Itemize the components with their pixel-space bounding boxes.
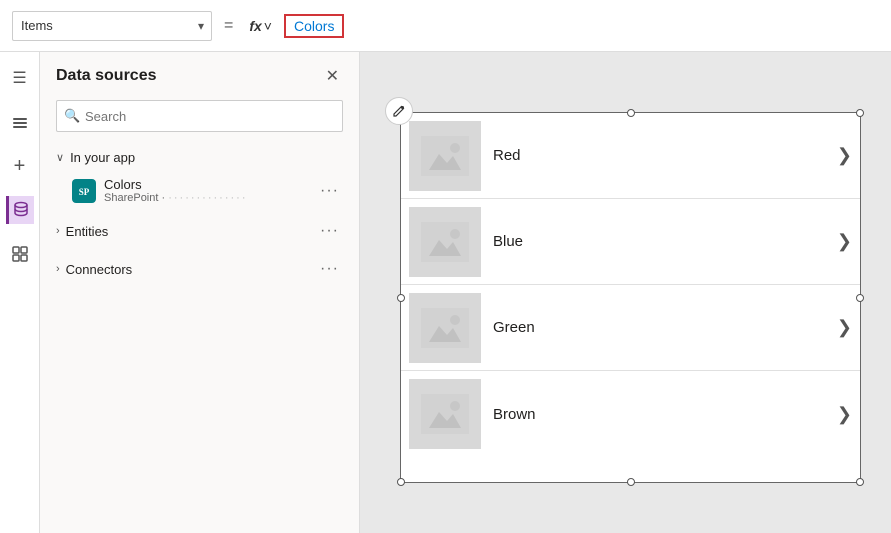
- edit-gallery-button[interactable]: [385, 97, 413, 125]
- search-box: 🔍: [56, 100, 343, 132]
- panel-close-button[interactable]: ✕: [322, 64, 343, 88]
- search-icon: 🔍: [64, 108, 80, 124]
- database-icon[interactable]: [6, 196, 34, 224]
- colors-datasource-icon: SP: [72, 179, 96, 203]
- handle-bottom-right[interactable]: [856, 478, 864, 486]
- entities-group: › Entities ···: [48, 214, 351, 248]
- gallery-thumbnail-red: [409, 121, 481, 191]
- icon-rail: ☰ +: [0, 52, 40, 533]
- gallery-item-red[interactable]: Red ❯: [401, 113, 860, 199]
- items-select[interactable]: Items: [12, 11, 212, 41]
- gallery-chevron-brown[interactable]: ❯: [837, 404, 852, 425]
- equals-sign: =: [220, 17, 237, 35]
- connectors-header[interactable]: › Connectors ···: [48, 252, 351, 286]
- gallery-chevron-green[interactable]: ❯: [837, 317, 852, 338]
- chevron-right-icon: ›: [56, 225, 60, 237]
- colors-item-name: Colors: [104, 177, 248, 192]
- chevron-down-icon: ∨: [56, 151, 64, 164]
- gallery-item-green[interactable]: Green ❯: [401, 285, 860, 371]
- data-panel: Data sources ✕ 🔍 ∨ In your app: [40, 52, 360, 533]
- search-input[interactable]: [56, 100, 343, 132]
- gallery-chevron-blue[interactable]: ❯: [837, 231, 852, 252]
- connectors-more-button[interactable]: ···: [316, 258, 343, 280]
- top-bar: Items = fx ˅ Colors: [0, 0, 891, 52]
- entities-more-button[interactable]: ···: [316, 220, 343, 242]
- gallery-item-brown[interactable]: Brown ❯: [401, 371, 860, 457]
- colors-item-more-button[interactable]: ···: [316, 180, 343, 202]
- gallery-thumbnail-blue: [409, 207, 481, 277]
- fx-chevron: ˅: [264, 18, 272, 34]
- gallery-item-label-brown: Brown: [493, 406, 837, 423]
- gallery-item-blue[interactable]: Blue ❯: [401, 199, 860, 285]
- hamburger-icon[interactable]: ☰: [6, 64, 34, 92]
- plus-icon[interactable]: +: [6, 152, 34, 180]
- tree-section: ∨ In your app SP Colors: [40, 144, 359, 290]
- in-your-app-header[interactable]: ∨ In your app: [48, 144, 351, 171]
- svg-text:SP: SP: [79, 187, 90, 197]
- entities-header[interactable]: › Entities ···: [48, 214, 351, 248]
- colors-datasource-item[interactable]: SP Colors SharePoint · ·············· ··…: [48, 171, 351, 210]
- gallery-thumbnail-green: [409, 293, 481, 363]
- formula-select-wrapper: Items: [12, 11, 212, 41]
- handle-bottom-center[interactable]: [627, 478, 635, 486]
- panel-header: Data sources ✕: [40, 64, 359, 100]
- handle-bottom-left[interactable]: [397, 478, 405, 486]
- canvas-area: Red ❯ Blue ❯: [360, 52, 891, 533]
- in-your-app-group: ∨ In your app SP Colors: [48, 144, 351, 210]
- layers-icon[interactable]: [6, 108, 34, 136]
- chevron-right-icon-2: ›: [56, 263, 60, 275]
- main-layout: ☰ + Data sour: [0, 52, 891, 533]
- gallery-item-label-blue: Blue: [493, 233, 837, 250]
- colors-item-left: SP Colors SharePoint · ··············: [72, 177, 248, 204]
- fx-label: fx: [249, 18, 261, 34]
- connectors-label: Connectors: [66, 262, 132, 277]
- colors-item-sub: SharePoint · ··············: [104, 192, 248, 204]
- gallery-item-label-red: Red: [493, 147, 837, 164]
- formula-value-box[interactable]: Colors: [284, 14, 344, 38]
- fx-button[interactable]: fx ˅: [245, 16, 276, 36]
- in-your-app-label: In your app: [70, 150, 135, 165]
- gallery-container[interactable]: Red ❯ Blue ❯: [400, 112, 861, 483]
- components-icon[interactable]: [6, 240, 34, 268]
- connectors-group: › Connectors ···: [48, 252, 351, 286]
- gallery-thumbnail-brown: [409, 379, 481, 449]
- gallery-chevron-red[interactable]: ❯: [837, 145, 852, 166]
- entities-label: Entities: [66, 224, 109, 239]
- panel-title: Data sources: [56, 67, 157, 85]
- gallery-item-label-green: Green: [493, 319, 837, 336]
- colors-item-info: Colors SharePoint · ··············: [104, 177, 248, 204]
